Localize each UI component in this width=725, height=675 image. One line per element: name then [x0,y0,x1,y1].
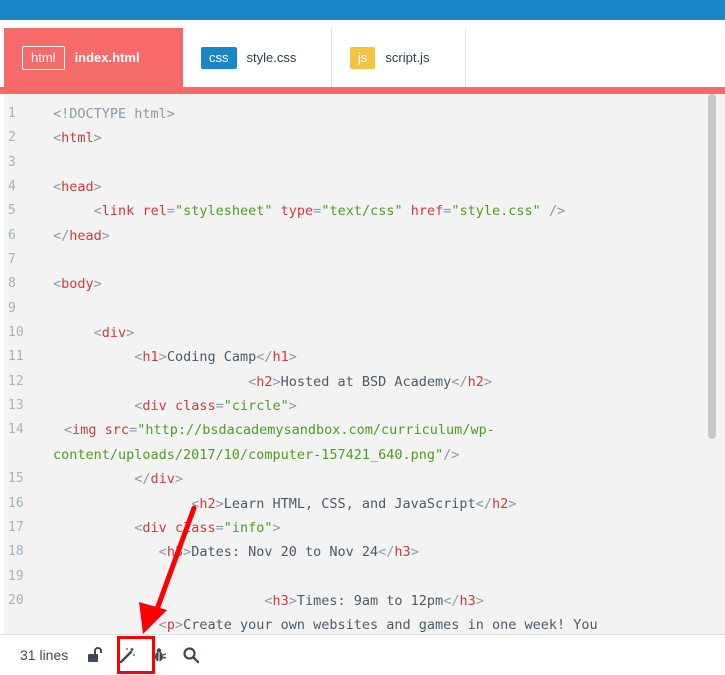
tab-style-css[interactable]: css style.css [183,28,332,87]
code-line: 12 <h2>Hosted at BSD Academy</h2> [0,370,712,394]
tab-script-js[interactable]: js script.js [332,28,466,87]
code-line: 20 <h3>Times: 9am to 12pm</h3> [0,589,712,613]
code-line: <p>Create your own websites and games in… [158,617,598,634]
code-line: 15 </div> [0,467,712,491]
tab-label: index.html [74,50,140,65]
code-editor[interactable]: 1 <!DOCTYPE html> 2 <html> 3 4 <head> 5 … [0,94,725,634]
line-number: 3 [8,154,16,170]
line-number: 13 [8,398,24,414]
line-number: 17 [8,519,24,535]
css-badge: css [201,46,237,69]
line-number: 15 [8,471,24,487]
line-number: 6 [8,227,16,243]
code-line: 1 <!DOCTYPE html> [0,102,712,126]
line-number: 4 [8,179,16,195]
line-number: 8 [8,276,16,292]
code-line: 8 <body> [0,272,712,296]
code-line: 5 <link rel="stylesheet" type="text/css"… [0,199,712,223]
line-number: 5 [8,203,16,219]
search-icon[interactable] [178,642,204,668]
code-line: 17 <div class="info"> [0,516,712,540]
code-line: 3 [0,151,712,175]
tab-label: script.js [385,50,430,65]
code-line: 6 </head> [0,224,712,248]
line-number: 16 [8,495,24,511]
code-line: 13 <div class="circle"> [0,394,712,418]
file-tabs: html index.html css style.css js script.… [0,20,725,87]
unlock-icon[interactable] [82,642,108,668]
code-line: 18 <h3>Dates: Nov 20 to Nov 24</h3> [0,540,712,564]
code-line: 10 <div> [0,321,712,345]
line-number: 7 [8,252,16,268]
editor-status-bar: 31 lines [0,634,725,675]
active-tab-underline [0,87,725,94]
code-line: 4 <head> [0,175,712,199]
code-line: 16 <h2>Learn HTML, CSS, and JavaScript</… [0,492,712,516]
line-count: 31 lines [20,647,69,663]
line-number: 10 [8,325,24,341]
tab-index-html[interactable]: html index.html [4,28,183,87]
html-badge: html [22,45,65,70]
line-number: 19 [8,568,24,584]
code-line: 2 <html> [0,126,712,150]
line-number: 12 [8,373,24,389]
line-number: 14 [8,422,24,438]
code-line: 11 <h1>Coding Camp</h1> [0,345,712,369]
code-line: 19 [0,565,712,589]
code-line: 9 [0,297,712,321]
line-number: 20 [8,592,24,608]
line-number: 1 [8,106,16,121]
annotation-highlight-box [117,636,155,674]
code-line: 14 <img src="http://bsdacademysandbox.co… [0,418,712,467]
code-area[interactable]: 1 <!DOCTYPE html> 2 <html> 3 4 <head> 5 … [0,102,712,634]
top-bar [0,0,725,20]
tab-label: style.css [246,50,297,65]
line-number: 18 [8,544,24,560]
line-number: 2 [8,130,16,146]
js-badge: js [350,46,376,69]
line-number: 9 [8,300,16,316]
vertical-scrollbar[interactable] [708,94,716,439]
line-number: 11 [8,349,24,365]
code-line: 7 [0,248,712,272]
doctype: <!DOCTYPE html> [53,106,175,122]
